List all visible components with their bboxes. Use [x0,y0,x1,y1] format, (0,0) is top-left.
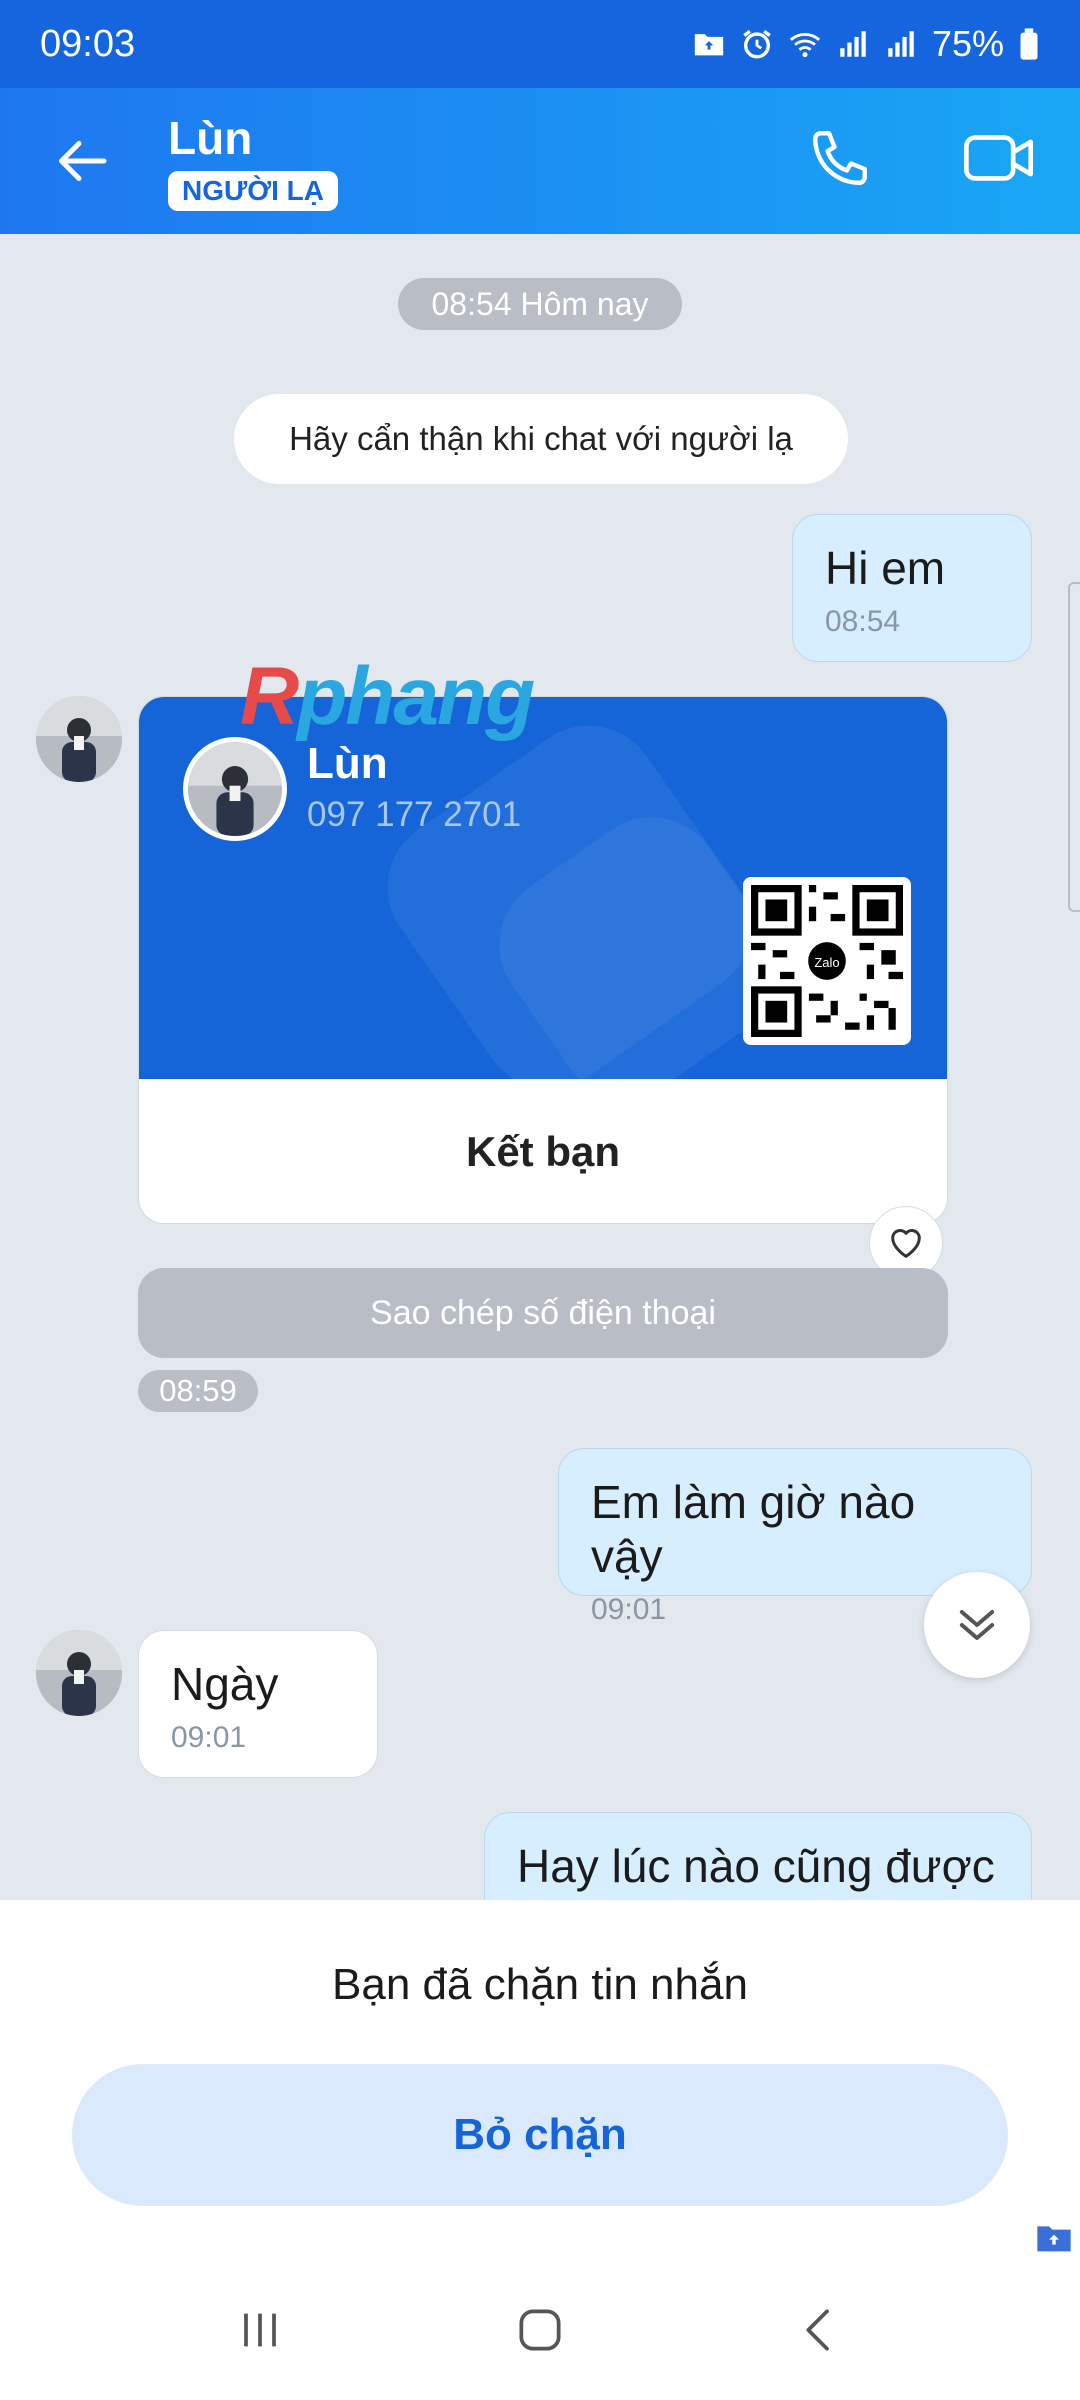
chat-header: Lùn NGƯỜI LẠ [0,88,1080,234]
alarm-icon [743,29,771,59]
back-icon [806,2309,829,2351]
home-icon [519,2309,561,2351]
contact-card-header: Lùn 097 177 2701 Zalo [139,697,947,1079]
date-chip: 08:54 Hôm nay [398,278,682,330]
status-time: 09:03 [40,22,136,65]
stranger-warning: Hãy cẩn thận khi chat với người lạ [234,394,848,484]
header-actions [790,108,1050,208]
video-call-icon [964,135,1034,181]
signal-icon [888,31,914,57]
card-phone: 097 177 2701 [307,795,522,834]
heart-icon [891,1229,921,1258]
wifi-icon [789,33,821,58]
card-avatar [183,737,287,841]
contact-title-group[interactable]: Lùn NGƯỜI LẠ [168,111,338,211]
scroll-handle[interactable] [1068,582,1080,912]
message-text: Hi em [825,542,946,594]
contact-name: Lùn [168,112,253,164]
qr-logo: Zalo [814,955,839,970]
avatar[interactable] [36,1630,122,1716]
profile-photo [188,742,282,836]
recent-apps-button[interactable] [200,2280,320,2380]
add-friend-button[interactable]: Kết bạn [139,1079,947,1223]
back-arrow-icon [59,141,107,181]
double-chevron-down-icon [959,1610,995,1640]
scroll-to-bottom-button[interactable] [924,1572,1030,1678]
chat-area[interactable]: 08:54 Hôm nay Hãy cẩn thận khi chat với … [0,234,1080,1900]
nav-back-button[interactable] [760,2280,880,2380]
battery-icon [1020,28,1038,60]
message-time: 08:54 [825,605,901,638]
status-bar: 09:03 75% [0,0,1080,88]
back-button[interactable] [34,111,134,211]
blocked-panel: Bạn đã chặn tin nhắn Bỏ chặn [0,1900,1080,2260]
message-bubble-out[interactable]: Hi em 08:54 [792,514,1032,662]
recent-apps-icon [244,2313,276,2347]
blocked-message: Bạn đã chặn tin nhắn [332,1960,748,2009]
phone-icon [813,131,867,185]
folder-upload-icon [694,34,724,56]
message-bubble-out[interactable]: Hay lúc nào cũng được [484,1812,1032,1900]
system-nav-bar [0,2260,1080,2400]
message-text: Ngày [171,1658,279,1710]
voice-call-button[interactable] [790,108,890,208]
card-time: 08:59 [138,1370,258,1412]
profile-photo [36,1630,122,1716]
copy-phone-button[interactable]: Sao chép số điện thoại [138,1268,948,1358]
card-name: Lùn [307,739,388,788]
qr-code-icon: Zalo [751,885,903,1037]
contact-card[interactable]: Lùn 097 177 2701 Zalo Kết bạn [138,696,948,1224]
signal-icon [840,31,866,57]
profile-photo [36,696,122,782]
message-time: 09:01 [171,1721,247,1754]
qr-code: Zalo [743,877,911,1045]
video-call-button[interactable] [950,108,1050,208]
avatar[interactable] [36,696,122,782]
battery-percent: 75% [931,23,1004,64]
message-text: Hay lúc nào cũng được [517,1840,995,1892]
stranger-badge: NGƯỜI LẠ [168,171,338,211]
message-text: Em làm giờ nào vậy [591,1476,916,1582]
home-button[interactable] [480,2280,600,2380]
unblock-button[interactable]: Bỏ chặn [72,2064,1008,2206]
status-icons: 75% [692,23,1040,65]
message-bubble-in[interactable]: Ngày 09:01 [138,1630,378,1778]
folder-upload-icon [1037,2226,1071,2252]
